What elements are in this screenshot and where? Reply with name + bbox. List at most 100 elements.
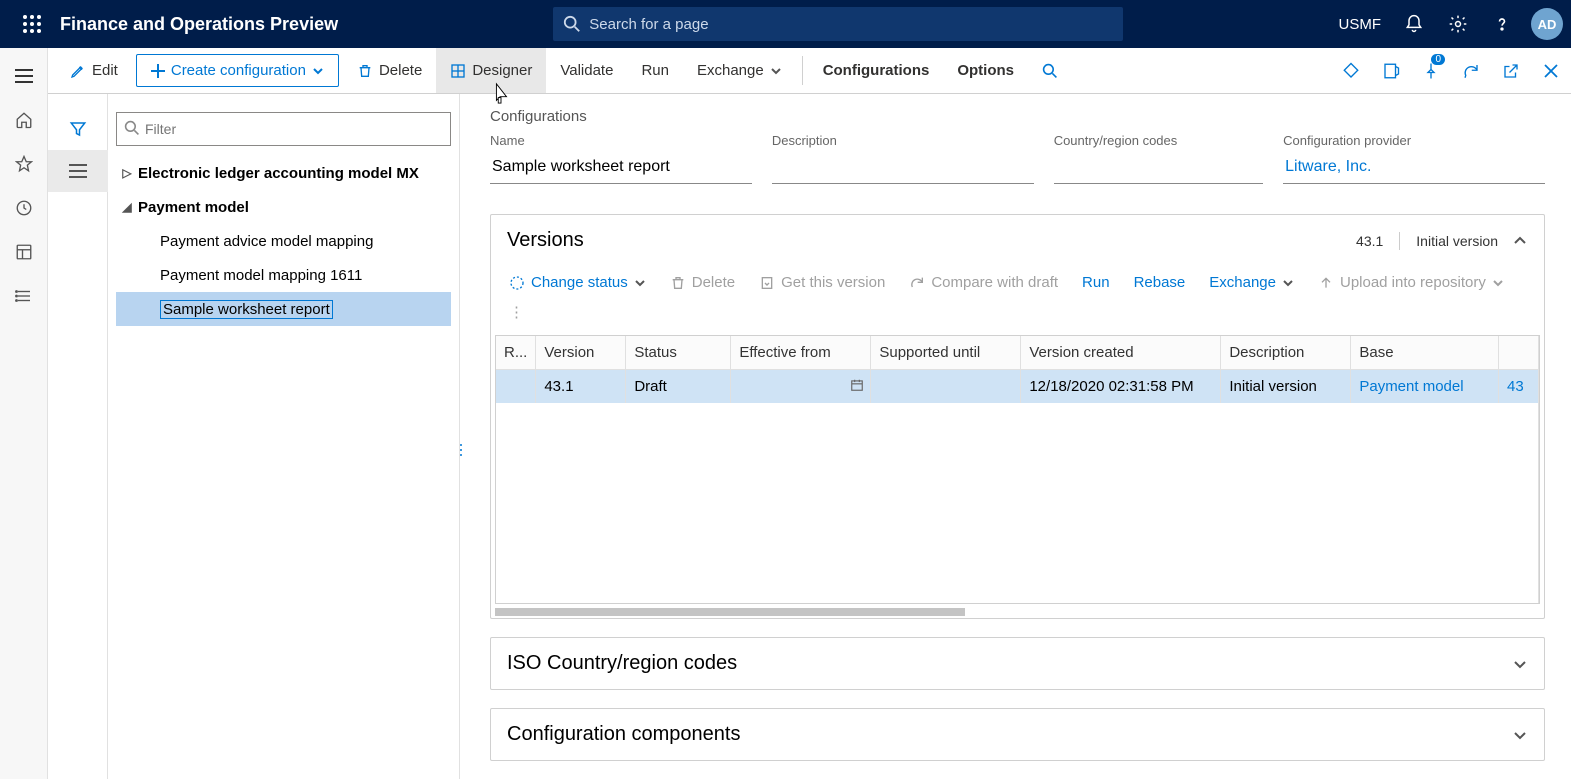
upload-button[interactable]: Upload into repository (1308, 270, 1514, 295)
version-delete-button[interactable]: Delete (660, 270, 745, 295)
exchange-button[interactable]: Exchange (683, 48, 796, 93)
version-run-button[interactable]: Run (1072, 270, 1120, 295)
filter-icon[interactable] (48, 108, 108, 150)
tree-panel: ▷Electronic ledger accounting model MX ◢… (108, 94, 460, 779)
refresh-icon[interactable] (1451, 48, 1491, 94)
tree-item-payment-1611[interactable]: Payment model mapping 1611 (116, 258, 451, 292)
col-effective[interactable]: Effective from (731, 336, 871, 370)
designer-button[interactable]: Designer (436, 48, 546, 93)
validate-button[interactable]: Validate (546, 48, 627, 93)
app-launcher-icon[interactable] (8, 0, 56, 48)
compare-button[interactable]: Compare with draft (899, 270, 1068, 295)
search-icon (563, 15, 581, 33)
get-version-button[interactable]: Get this version (749, 270, 895, 295)
pin-icon[interactable]: 0 (1411, 48, 1451, 94)
cell-description[interactable]: Initial version (1221, 370, 1351, 404)
settings-icon[interactable] (1437, 0, 1479, 48)
versions-section: Versions 43.1 Initial version Change sta… (490, 214, 1545, 619)
grid-row[interactable]: 43.1 Draft 12/18/2020 02:31:58 PM Initia… (496, 370, 1539, 404)
description-label: Description (772, 133, 1034, 148)
col-supported[interactable]: Supported until (871, 336, 1021, 370)
hamburger-icon[interactable] (0, 54, 48, 98)
rebase-label: Rebase (1134, 274, 1186, 291)
trash-icon (670, 275, 686, 291)
search-input[interactable] (553, 7, 1123, 41)
versions-grid: R... Version Status Effective from Suppo… (495, 335, 1540, 604)
col-description[interactable]: Description (1221, 336, 1351, 370)
name-value[interactable]: Sample worksheet report (490, 154, 752, 184)
find-button[interactable] (1028, 48, 1072, 93)
cell-base[interactable]: Payment model (1351, 370, 1499, 404)
close-icon[interactable] (1531, 48, 1571, 94)
tree-item-sample-worksheet[interactable]: Sample worksheet report (116, 292, 451, 326)
row-selector[interactable] (496, 370, 536, 404)
col-version[interactable]: Version (536, 336, 626, 370)
download-icon (759, 275, 775, 291)
cell-status[interactable]: Draft (626, 370, 731, 404)
modules-icon[interactable] (0, 274, 48, 318)
configurations-tab[interactable]: Configurations (809, 48, 944, 93)
name-label: Name (490, 133, 752, 148)
region-value[interactable] (1054, 154, 1263, 184)
iso-section[interactable]: ISO Country/region codes (490, 637, 1545, 690)
col-created[interactable]: Version created (1021, 336, 1221, 370)
components-title: Configuration components (507, 723, 740, 746)
col-base[interactable]: Base (1351, 336, 1499, 370)
components-section[interactable]: Configuration components (490, 708, 1545, 761)
chevron-down-icon (634, 277, 646, 289)
cell-version[interactable]: 43.1 (536, 370, 626, 404)
calendar-icon[interactable] (850, 378, 864, 392)
options-tab[interactable]: Options (943, 48, 1028, 93)
create-label: Create configuration (171, 62, 306, 79)
collapse-icon[interactable]: ◢ (116, 200, 138, 214)
edit-button[interactable]: Edit (56, 48, 132, 93)
office-icon[interactable] (1371, 48, 1411, 94)
run-label: Run (641, 62, 669, 79)
cell-effective[interactable] (731, 370, 871, 404)
help-icon[interactable] (1481, 0, 1523, 48)
filter-rail (48, 94, 108, 779)
expand-components-icon[interactable] (1512, 727, 1528, 743)
designer-label: Designer (472, 62, 532, 79)
cell-basever[interactable]: 43 (1499, 370, 1539, 404)
home-icon[interactable] (0, 98, 48, 142)
more-button[interactable]: ⋮ (499, 299, 534, 325)
tree-item-payment-advice[interactable]: Payment advice model mapping (116, 224, 451, 258)
tree-item-electronic-ledger[interactable]: ▷Electronic ledger accounting model MX (116, 156, 451, 190)
tree-item-payment-model[interactable]: ◢Payment model (116, 190, 451, 224)
pencil-icon (70, 63, 86, 79)
grid-empty-area (496, 403, 1539, 603)
expand-iso-icon[interactable] (1512, 656, 1528, 672)
h-scrollbar[interactable] (495, 608, 965, 616)
collapse-versions-icon[interactable] (1512, 233, 1528, 249)
attachment-icon[interactable] (1331, 48, 1371, 94)
recent-icon[interactable] (0, 186, 48, 230)
expand-icon[interactable]: ▷ (116, 166, 138, 180)
trash-icon (357, 63, 373, 79)
tree-label: Electronic ledger accounting model MX (138, 165, 419, 182)
col-rev[interactable]: R... (496, 336, 536, 370)
create-configuration-button[interactable]: Create configuration (136, 54, 339, 87)
change-status-button[interactable]: Change status (499, 270, 656, 295)
rebase-button[interactable]: Rebase (1124, 270, 1196, 295)
notifications-icon[interactable] (1393, 0, 1435, 48)
versions-title: Versions (507, 229, 584, 252)
description-value[interactable] (772, 154, 1034, 184)
col-basever[interactable] (1499, 336, 1539, 370)
user-avatar[interactable]: AD (1531, 8, 1563, 40)
favorites-icon[interactable] (0, 142, 48, 186)
col-status[interactable]: Status (626, 336, 731, 370)
upload-label: Upload into repository (1340, 274, 1486, 291)
cell-created[interactable]: 12/18/2020 02:31:58 PM (1021, 370, 1221, 404)
version-exchange-button[interactable]: Exchange (1199, 270, 1304, 295)
run-button[interactable]: Run (627, 48, 683, 93)
delete-button[interactable]: Delete (343, 48, 436, 93)
popout-icon[interactable] (1491, 48, 1531, 94)
provider-value[interactable]: Litware, Inc. (1283, 154, 1545, 184)
cell-supported[interactable] (871, 370, 1021, 404)
tree-filter-input[interactable] (116, 112, 451, 146)
workspaces-icon[interactable] (0, 230, 48, 274)
options-label: Options (957, 62, 1014, 79)
list-mode-icon[interactable] (48, 150, 108, 192)
legal-entity[interactable]: USMF (1339, 16, 1382, 33)
